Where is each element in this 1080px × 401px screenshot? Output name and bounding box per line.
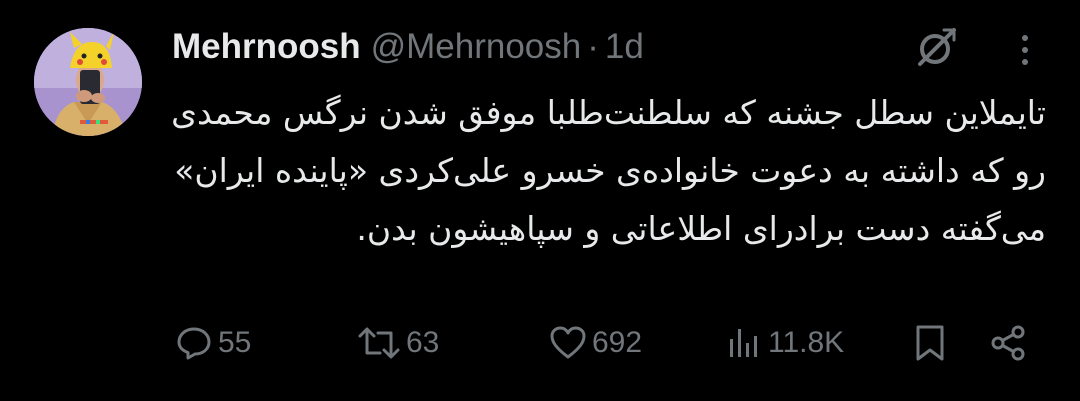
like-count: 692	[592, 326, 643, 359]
views-count: 11.8K	[768, 326, 845, 359]
share-icon	[991, 325, 1025, 361]
bookmark-icon	[916, 325, 944, 361]
display-name[interactable]: Mehrnoosh	[172, 27, 361, 67]
reply-count: 55	[218, 326, 252, 359]
repost-button[interactable]: 63	[356, 318, 439, 368]
repost-icon	[358, 327, 400, 359]
tweet[interactable]: Mehrnoosh @Mehrnoosh · 1d تایملاین سطل ج…	[0, 0, 1080, 401]
separator-dot: ·	[587, 27, 599, 66]
heart-icon	[550, 326, 586, 359]
grok-icon[interactable]	[914, 24, 960, 70]
tweet-text: تایملاین سطل جشنه که سلطنت‌طلبا موفق شدن…	[171, 93, 1046, 248]
reply-bubble-icon	[177, 327, 211, 360]
reply-button[interactable]: 55	[174, 318, 251, 368]
views-bar-icon	[730, 329, 757, 357]
more-vertical-icon[interactable]	[1010, 30, 1040, 70]
share-button[interactable]	[988, 318, 1028, 368]
tweet-header: Mehrnoosh @Mehrnoosh · 1d	[172, 22, 644, 72]
bookmark-button[interactable]	[910, 318, 950, 368]
avatar-photo	[34, 28, 142, 136]
tweet-actions: 55 63 692 11.8K	[0, 318, 1080, 368]
avatar[interactable]	[34, 28, 142, 136]
like-button[interactable]: 692	[548, 318, 642, 368]
views-button[interactable]: 11.8K	[724, 318, 844, 368]
timestamp[interactable]: 1d	[605, 27, 644, 67]
user-handle[interactable]: @Mehrnoosh	[371, 27, 582, 67]
repost-count: 63	[406, 326, 440, 359]
